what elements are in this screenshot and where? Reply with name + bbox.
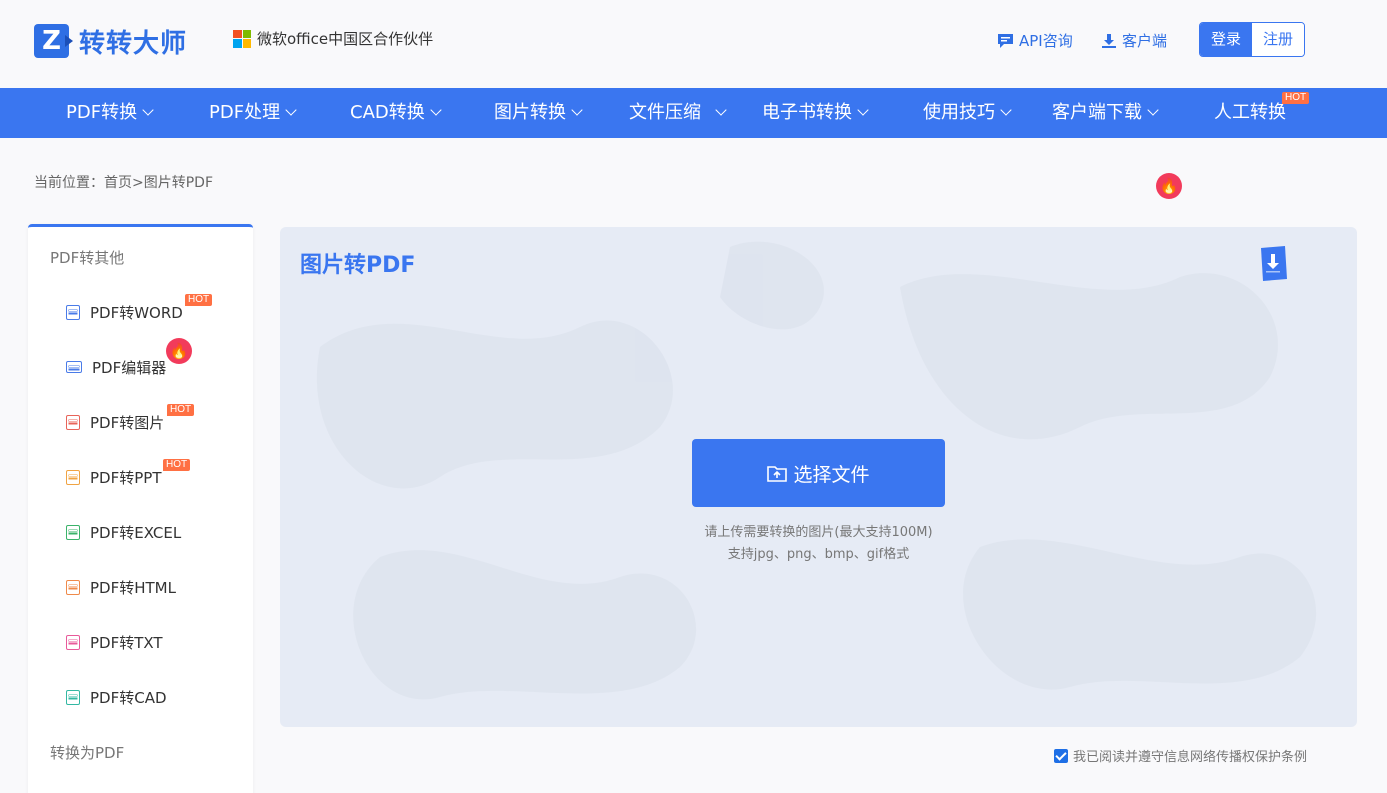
sidebar-item-pdf-to-excel[interactable]: PDF转EXCEL (66, 522, 181, 542)
html-file-icon (66, 579, 80, 595)
sidebar-item-label: PDF转图片 (90, 413, 165, 432)
partner-info: 微软office中国区合作伙伴 (233, 28, 433, 49)
chevron-down-icon (285, 104, 297, 116)
page-title: 图片转PDF (300, 253, 416, 278)
folder-upload-icon (767, 466, 788, 482)
nav-client-download[interactable]: 客户端下载 (1052, 88, 1159, 138)
main-nav: PDF转换 PDF处理 CAD转换 图片转换 文件压缩 电子书转换 使用技巧 客… (0, 88, 1387, 199)
logo-icon: Z (34, 24, 69, 58)
nav-label: 客户端下载 (1052, 102, 1142, 123)
sidebar-item-pdf-to-word[interactable]: PDF转WORD (66, 302, 183, 322)
chevron-down-icon (1000, 104, 1012, 116)
nav-image-convert[interactable]: 图片转换 (494, 88, 583, 138)
select-file-button[interactable]: 选择文件 (692, 439, 945, 507)
sidebar-item-label: PDF转TXT (90, 633, 163, 652)
hot-badge: HOT (1282, 92, 1310, 104)
sidebar-group-convert-to-pdf: 转换为PDF (50, 744, 125, 762)
hot-badge: HOT (163, 459, 191, 471)
breadcrumb: 当前位置：首页>图片转PDF (34, 175, 214, 191)
chevron-down-icon (571, 104, 583, 116)
chevron-down-icon (1147, 104, 1159, 116)
nav-label: 电子书转换 (762, 102, 852, 123)
nav-label: PDF处理 (209, 102, 281, 123)
sidebar-item-label: PDF编辑器 (92, 358, 167, 377)
hot-badge: HOT (167, 404, 195, 416)
chevron-down-icon (715, 104, 727, 116)
sidebar-item-label: PDF转WORD (90, 303, 183, 322)
logo[interactable]: Z 转转大师 (34, 24, 188, 59)
upload-hint-size: 请上传需要转换的图片(最大支持100M) (704, 525, 933, 540)
select-file-label: 选择文件 (793, 463, 870, 486)
chevron-down-icon (857, 104, 869, 116)
download-icon (1102, 33, 1116, 48)
download-file-icon[interactable] (1258, 246, 1288, 281)
api-consult-link[interactable]: API咨询 (997, 30, 1073, 51)
sidebar-group-pdf-to-other: PDF转其他 (50, 249, 125, 267)
client-download-link[interactable]: 客户端 (1101, 30, 1167, 51)
image-file-icon (66, 414, 80, 430)
nav-ebook-convert[interactable]: 电子书转换 (762, 88, 869, 138)
nav-usage-tips[interactable]: 使用技巧 (923, 88, 1012, 138)
sidebar-item-pdf-editor[interactable]: PDF编辑器 (66, 357, 166, 377)
sidebar-item-label: PDF转EXCEL (90, 523, 182, 542)
monitor-icon (66, 361, 82, 373)
word-file-icon (66, 304, 80, 320)
sidebar-item-label: PDF转CAD (90, 688, 167, 707)
agreement-text: 我已阅读并遵守信息网络传播权保护条例 (1073, 750, 1308, 765)
fire-icon: 🔥 (1156, 173, 1182, 199)
sidebar-item-pdf-to-cad[interactable]: PDF转CAD (66, 687, 167, 707)
sidebar-item-label: PDF转HTML (90, 578, 176, 597)
nav-label: 文件压缩 (629, 102, 701, 123)
auth-buttons: 登录 注册 (1199, 22, 1305, 57)
nav-label: 图片转换 (494, 102, 566, 123)
nav-label: 使用技巧 (923, 102, 995, 123)
chat-icon (998, 33, 1013, 48)
client-download-label: 客户端 (1122, 32, 1168, 50)
nav-pdf-process[interactable]: PDF处理 (209, 88, 297, 138)
sidebar-item-pdf-to-image[interactable]: PDF转图片 (66, 412, 164, 432)
agreement[interactable]: 我已阅读并遵守信息网络传播权保护条例 (1054, 746, 1307, 765)
sidebar-item-pdf-to-ppt[interactable]: PDF转PPT (66, 467, 161, 487)
microsoft-icon (233, 29, 251, 48)
agreement-checkbox[interactable] (1054, 748, 1068, 763)
nav-label: 人工转换 (1214, 102, 1286, 123)
cad-file-icon (66, 689, 80, 705)
fire-icon: 🔥 (166, 338, 192, 364)
nav-pdf-convert[interactable]: PDF转换 (66, 88, 154, 138)
sidebar: PDF转其他 PDF转WORD HOT PDF编辑器 🔥 PDF转图片 HOT … (28, 224, 253, 793)
sidebar-item-pdf-to-txt[interactable]: PDF转TXT (66, 632, 163, 652)
hot-badge: HOT (185, 294, 213, 306)
nav-cad-convert[interactable]: CAD转换 (350, 88, 442, 138)
nav-label: PDF转换 (66, 102, 138, 123)
logo-text: 转转大师 (79, 28, 188, 59)
upload-panel: 图片转PDF 选择文件 请上传需要转换的图片(最大支持100M) 支持jpg、p… (280, 227, 1357, 727)
sidebar-item-label: PDF转PPT (90, 468, 162, 487)
txt-file-icon (66, 634, 80, 650)
api-consult-label: API咨询 (1019, 32, 1073, 50)
nav-label: CAD转换 (350, 102, 425, 123)
login-button[interactable]: 登录 (1200, 23, 1252, 56)
nav-manual-convert[interactable]: 人工转换 (1214, 88, 1286, 138)
sidebar-item-pdf-to-html[interactable]: PDF转HTML (66, 577, 176, 597)
ppt-file-icon (66, 469, 80, 485)
register-button[interactable]: 注册 (1252, 23, 1304, 56)
excel-file-icon (66, 524, 80, 540)
chevron-down-icon (430, 104, 442, 116)
chevron-down-icon (142, 104, 154, 116)
header: Z 转转大师 微软office中国区合作伙伴 API咨询 客户端 登录 注册 (0, 0, 1387, 88)
partner-text: 微软office中国区合作伙伴 (257, 30, 434, 48)
upload-hint-formats: 支持jpg、png、bmp、gif格式 (727, 547, 910, 562)
nav-file-compress[interactable]: 文件压缩 (629, 88, 727, 138)
